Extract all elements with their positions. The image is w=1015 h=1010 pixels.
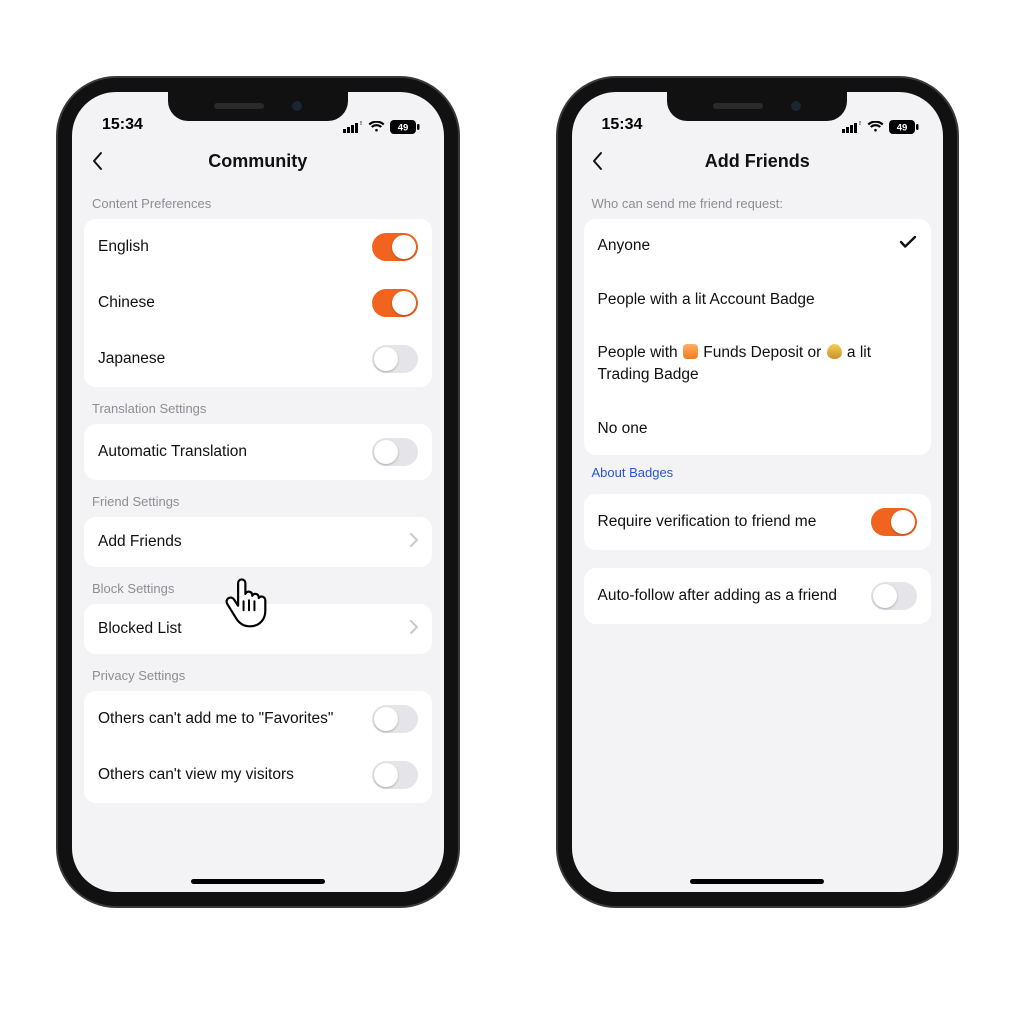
friend-request-subheader: Who can send me friend request: <box>584 182 932 219</box>
add-friends-label: Add Friends <box>98 532 410 553</box>
lang-chinese-label: Chinese <box>98 293 372 314</box>
auto-follow-toggle[interactable] <box>871 582 917 610</box>
lang-english-toggle[interactable] <box>372 233 418 261</box>
auto-translation-label: Automatic Translation <box>98 442 372 463</box>
check-icon <box>899 235 917 254</box>
section-header-friend: Friend Settings <box>84 480 432 517</box>
no-favorites-label: Others can't add me to "Favorites" <box>98 709 372 730</box>
friend-request-options-card: Anyone People with a lit Account Badge P… <box>584 219 932 455</box>
lang-english-label: English <box>98 237 372 258</box>
option-no-one-label: No one <box>598 418 918 440</box>
option-funds-deposit[interactable]: People with Funds Deposit or a lit Tradi… <box>584 326 932 401</box>
lang-japanese-label: Japanese <box>98 349 372 370</box>
status-time: 15:34 <box>602 116 643 134</box>
require-verification-row[interactable]: Require verification to friend me <box>584 494 932 550</box>
require-verification-toggle[interactable] <box>871 508 917 536</box>
lang-japanese-row[interactable]: Japanese <box>84 331 432 387</box>
auto-follow-row[interactable]: Auto-follow after adding as a friend <box>584 568 932 624</box>
trading-badge-icon <box>827 344 842 359</box>
signal-icon: ! <box>842 121 862 133</box>
block-settings-card: Blocked List <box>84 604 432 654</box>
page-title: Add Friends <box>705 151 810 172</box>
nav-bar: Community <box>72 140 444 182</box>
nav-bar: Add Friends <box>572 140 944 182</box>
lang-chinese-row[interactable]: Chinese <box>84 275 432 331</box>
option-no-one[interactable]: No one <box>584 402 932 456</box>
option-lit-account-badge-label: People with a lit Account Badge <box>598 289 918 311</box>
svg-text:49: 49 <box>397 123 408 134</box>
option-anyone-label: Anyone <box>598 235 900 257</box>
back-button[interactable] <box>586 149 610 173</box>
phone-add-friends: 15:34 ! 49 Add Friends Who can send me f… <box>558 78 958 906</box>
no-favorites-toggle[interactable] <box>372 705 418 733</box>
svg-text:!: ! <box>859 121 861 127</box>
lang-japanese-toggle[interactable] <box>372 345 418 373</box>
chevron-left-icon <box>91 151 105 171</box>
about-badges-link[interactable]: About Badges <box>584 455 932 494</box>
auto-follow-card: Auto-follow after adding as a friend <box>584 568 932 624</box>
wifi-icon <box>867 121 884 133</box>
chevron-right-icon <box>410 533 418 552</box>
battery-icon: 49 <box>390 120 420 134</box>
auto-translation-toggle[interactable] <box>372 438 418 466</box>
battery-icon: 49 <box>889 120 919 134</box>
privacy-settings-card: Others can't add me to "Favorites" Other… <box>84 691 432 803</box>
translation-card: Automatic Translation <box>84 424 432 480</box>
blocked-list-row[interactable]: Blocked List <box>84 604 432 654</box>
wifi-icon <box>368 121 385 133</box>
notch <box>667 91 847 121</box>
lang-english-row[interactable]: English <box>84 219 432 275</box>
no-visitors-row[interactable]: Others can't view my visitors <box>84 747 432 803</box>
add-friends-row[interactable]: Add Friends <box>84 517 432 567</box>
status-time: 15:34 <box>102 116 143 134</box>
no-favorites-row[interactable]: Others can't add me to "Favorites" <box>84 691 432 747</box>
funds-deposit-badge-icon <box>683 344 698 359</box>
lang-chinese-toggle[interactable] <box>372 289 418 317</box>
section-header-content-preferences: Content Preferences <box>84 182 432 219</box>
section-header-privacy: Privacy Settings <box>84 654 432 691</box>
auto-translation-row[interactable]: Automatic Translation <box>84 424 432 480</box>
content-preferences-card: English Chinese Japanese <box>84 219 432 387</box>
home-indicator[interactable] <box>191 879 325 884</box>
require-verification-card: Require verification to friend me <box>584 494 932 550</box>
back-button[interactable] <box>86 149 110 173</box>
chevron-left-icon <box>591 151 605 171</box>
option-funds-deposit-label: People with Funds Deposit or a lit Tradi… <box>598 342 918 385</box>
signal-icon: ! <box>343 121 363 133</box>
auto-follow-label: Auto-follow after adding as a friend <box>598 586 872 607</box>
no-visitors-toggle[interactable] <box>372 761 418 789</box>
svg-text:!: ! <box>360 121 362 127</box>
no-visitors-label: Others can't view my visitors <box>98 765 372 786</box>
require-verification-label: Require verification to friend me <box>598 512 872 533</box>
svg-text:49: 49 <box>897 123 908 134</box>
option-anyone[interactable]: Anyone <box>584 219 932 273</box>
section-header-block: Block Settings <box>84 567 432 604</box>
phone-community: 15:34 ! 49 Community Content Preferences… <box>58 78 458 906</box>
home-indicator[interactable] <box>690 879 824 884</box>
option-lit-account-badge[interactable]: People with a lit Account Badge <box>584 273 932 327</box>
section-header-translation: Translation Settings <box>84 387 432 424</box>
page-title: Community <box>208 151 307 172</box>
friend-settings-card: Add Friends <box>84 517 432 567</box>
notch <box>168 91 348 121</box>
chevron-right-icon <box>410 620 418 639</box>
blocked-list-label: Blocked List <box>98 619 410 640</box>
